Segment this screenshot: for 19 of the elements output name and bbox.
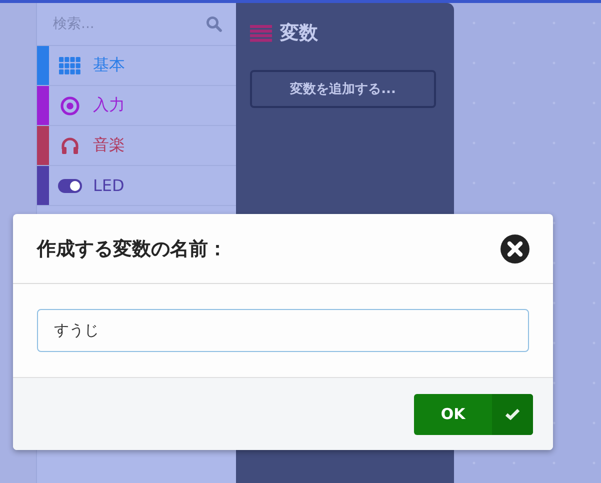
ok-button[interactable]: OK bbox=[414, 394, 533, 434]
add-variable-button[interactable]: 変数を追加する... bbox=[250, 70, 436, 108]
name-input-field[interactable]: すうじ bbox=[37, 309, 529, 352]
category-item[interactable]: 音楽 bbox=[37, 126, 236, 166]
category-label: 入力 bbox=[93, 95, 125, 116]
category-label: LED bbox=[93, 176, 124, 195]
category-label: 音楽 bbox=[93, 135, 125, 156]
target-icon bbox=[58, 96, 82, 116]
close-icon[interactable] bbox=[500, 234, 530, 264]
dialog-title: 作成する変数の名前： bbox=[37, 236, 227, 262]
list-icon bbox=[250, 24, 272, 42]
flyout-title: 変数 bbox=[280, 21, 318, 46]
checkmark-icon bbox=[505, 408, 520, 420]
category-item[interactable]: LED bbox=[37, 166, 236, 206]
category-label: 基本 bbox=[93, 55, 125, 76]
grid-icon bbox=[58, 56, 82, 74]
category-item[interactable]: 基本 bbox=[37, 46, 236, 86]
category-item[interactable]: 入力 bbox=[37, 86, 236, 126]
toggle-icon bbox=[58, 178, 82, 192]
